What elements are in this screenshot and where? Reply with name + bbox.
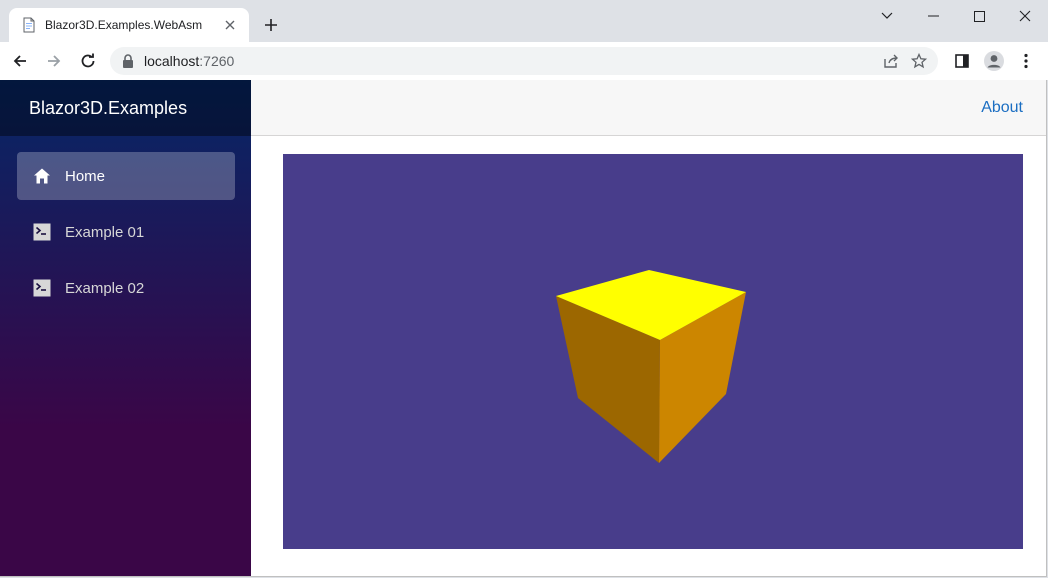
- lock-icon[interactable]: [122, 54, 136, 68]
- profile-avatar-icon[interactable]: [980, 47, 1008, 75]
- share-icon[interactable]: [880, 51, 902, 71]
- browser-tabstrip: Blazor3D.Examples.WebAsm: [0, 0, 1048, 42]
- cube-scene: [556, 270, 746, 463]
- side-panel-icon[interactable]: [948, 47, 976, 75]
- sidebar-item-label: Home: [65, 167, 106, 185]
- browser-toolbar: localhost:7260: [0, 42, 1048, 80]
- url-port: :7260: [199, 53, 235, 69]
- kebab-menu-icon[interactable]: [1012, 47, 1040, 75]
- document-icon: [21, 17, 37, 33]
- terminal-icon: [32, 278, 52, 298]
- bookmark-star-icon[interactable]: [908, 51, 930, 71]
- maximize-icon[interactable]: [956, 0, 1002, 32]
- minimize-icon[interactable]: [910, 0, 956, 32]
- reload-icon[interactable]: [74, 47, 102, 75]
- sidebar-item-label: Example 02: [65, 279, 145, 297]
- address-bar[interactable]: localhost:7260: [110, 47, 938, 75]
- close-window-icon[interactable]: [1002, 0, 1048, 32]
- new-tab-button[interactable]: [260, 14, 282, 36]
- back-arrow-icon[interactable]: [6, 47, 34, 75]
- terminal-icon: [32, 222, 52, 242]
- close-icon[interactable]: [221, 16, 239, 34]
- top-row: About: [251, 80, 1046, 136]
- sidebar: Blazor3D.Examples Home Example 01 Exampl…: [0, 80, 251, 576]
- tab-title: Blazor3D.Examples.WebAsm: [45, 18, 203, 32]
- forward-arrow-icon[interactable]: [40, 47, 68, 75]
- about-link[interactable]: About: [981, 99, 1023, 117]
- browser-tab[interactable]: Blazor3D.Examples.WebAsm: [9, 8, 249, 42]
- brand-bar: Blazor3D.Examples: [0, 80, 251, 136]
- 3d-scene-canvas[interactable]: [283, 154, 1023, 549]
- window-controls: [864, 0, 1048, 32]
- url-host: localhost: [144, 53, 200, 69]
- sidebar-item-example-01[interactable]: Example 01: [17, 208, 235, 256]
- brand-link[interactable]: Blazor3D.Examples: [29, 98, 187, 119]
- sidebar-item-home[interactable]: Home: [17, 152, 235, 200]
- url-text: localhost:7260: [144, 53, 234, 69]
- sidebar-nav: Home Example 01 Example 02: [0, 136, 251, 312]
- sidebar-item-example-02[interactable]: Example 02: [17, 264, 235, 312]
- chevron-down-icon[interactable]: [864, 0, 910, 32]
- home-icon: [32, 166, 52, 186]
- sidebar-item-label: Example 01: [65, 223, 145, 241]
- page-viewport: Blazor3D.Examples Home Example 01 Exampl…: [0, 80, 1047, 577]
